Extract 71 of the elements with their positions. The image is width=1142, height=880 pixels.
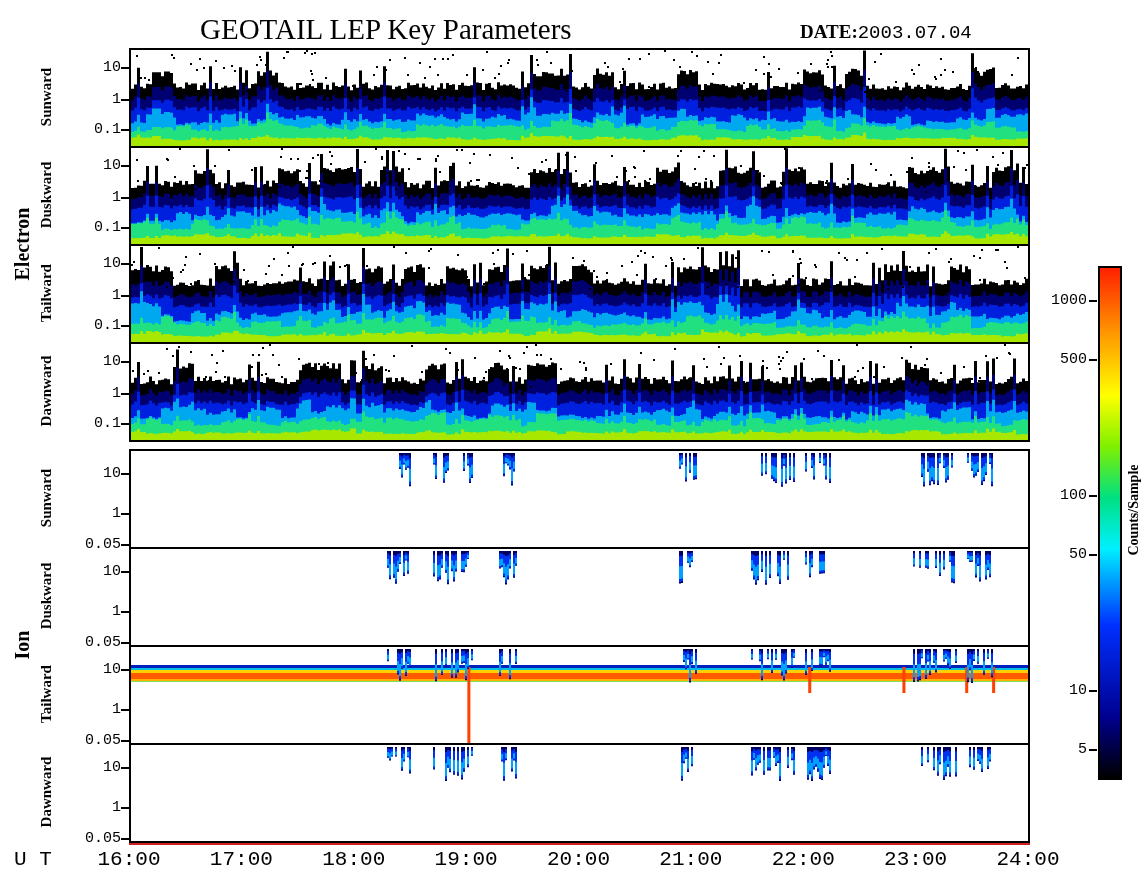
tick-label: 10 — [102, 564, 121, 581]
panel-label: Tailward — [37, 664, 55, 725]
colorbar-tick-label: 100 — [1059, 488, 1087, 504]
group-label: Ion — [11, 629, 33, 662]
panel-label: Sunward — [37, 467, 55, 530]
tick-mark — [121, 294, 129, 297]
tick-mark — [121, 227, 129, 230]
tick-label: 0.1 — [93, 122, 121, 139]
colorbar-label: Counts/Sample — [1126, 463, 1142, 558]
panel-label: Duskward — [37, 160, 55, 231]
tick-label: 1 — [111, 799, 121, 816]
tick-label: 1 — [111, 189, 121, 206]
tick-mark — [121, 164, 129, 167]
tick-label: 1 — [111, 287, 121, 304]
tick-label: 1 — [111, 385, 121, 402]
tick-label: 1 — [111, 505, 121, 522]
tick-mark — [121, 262, 129, 265]
tick-mark — [121, 423, 129, 426]
tick-label: 1 — [111, 701, 121, 718]
tick-label: 0.1 — [93, 318, 121, 335]
time-tick-label: 23:00 — [883, 848, 949, 872]
axis-label: U T — [14, 848, 52, 872]
tick-label: 10 — [102, 662, 121, 679]
colorbar-tick-label: 500 — [1059, 351, 1087, 368]
tick-mark — [121, 98, 129, 101]
group-label: Electron — [11, 206, 33, 283]
colorbar-tick-label: 5 — [1077, 741, 1087, 758]
tick-mark — [1089, 300, 1097, 302]
tick-mark — [121, 66, 129, 69]
tick-label: 10 — [102, 157, 121, 174]
tick-mark — [1089, 358, 1097, 361]
tick-label: 1 — [111, 91, 121, 108]
tick-mark — [1089, 690, 1097, 692]
panel-label: Sunward — [37, 66, 55, 129]
tick-label: 0.05 — [84, 635, 121, 652]
tick-mark — [121, 360, 129, 363]
tick-label: 0.05 — [84, 733, 121, 750]
time-tick-label: 17:00 — [208, 848, 274, 872]
time-tick-label: 21:00 — [658, 848, 724, 872]
time-tick-label: 20:00 — [546, 848, 611, 872]
time-tick-label: 16:00 — [96, 848, 162, 872]
tick-label: 1 — [111, 603, 121, 620]
tick-mark — [1089, 748, 1097, 751]
colorbar-tick-label: 50 — [1068, 546, 1087, 563]
tick-label: 0.05 — [84, 537, 121, 554]
tick-label: 10 — [102, 466, 121, 483]
tick-label: 10 — [102, 353, 121, 370]
panel-label: Dawnward — [37, 354, 55, 429]
tick-mark — [121, 196, 129, 199]
tick-label: 10 — [102, 255, 121, 272]
tick-label: 10 — [102, 59, 121, 76]
time-tick-label: 24:00 — [995, 848, 1061, 872]
panel-label: Duskward — [37, 561, 55, 632]
time-tick-label: 19:00 — [433, 848, 499, 872]
tick-label: 10 — [102, 760, 121, 777]
panel-label: Tailward — [37, 263, 55, 324]
colorbar-tick-label: 1000 — [1050, 293, 1087, 309]
time-tick-label: 22:00 — [770, 848, 836, 872]
tick-label: 0.1 — [93, 220, 121, 237]
tick-mark — [121, 129, 129, 132]
time-tick-label: 18:00 — [321, 848, 387, 872]
date-label: DATE:2003.07.04 — [800, 20, 972, 45]
tick-mark — [1089, 553, 1097, 556]
tick-mark — [121, 325, 129, 328]
plot-title: GEOTAIL LEP Key Parameters — [200, 12, 572, 46]
tick-label: 0.1 — [93, 416, 121, 433]
panel-label: Dawnward — [37, 755, 55, 830]
colorbar-tick-label: 10 — [1068, 683, 1087, 699]
tick-mark — [121, 392, 129, 395]
tick-label: 0.05 — [84, 831, 121, 848]
tick-mark — [1089, 495, 1097, 497]
